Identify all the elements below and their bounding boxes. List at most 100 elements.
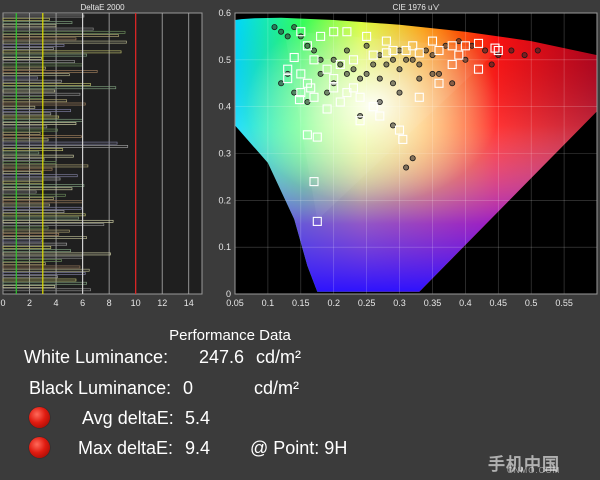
cie-measured-point xyxy=(284,70,291,77)
cie-measured-point xyxy=(311,47,318,54)
white-luminance-unit: cd/m² xyxy=(256,347,301,367)
cie-measured-point xyxy=(416,75,423,82)
cie-x-tick-label: 0.05 xyxy=(226,298,244,308)
cie-x-tick-label: 0.15 xyxy=(292,298,310,308)
max-deltae-value: 9.4 xyxy=(185,438,211,458)
cie-measured-point xyxy=(482,47,489,54)
cie-x-tick-label: 0.2 xyxy=(327,298,340,308)
cie-measured-point xyxy=(389,56,396,63)
deltae-chart-panel: DeltaE 2000 0 2 4 6 8 10 12 14 xyxy=(0,0,205,312)
deltae-tick-label: 8 xyxy=(107,298,112,308)
cie-measured-point xyxy=(350,66,357,73)
avg-deltae-value: 5.4 xyxy=(185,408,211,428)
cie-measured-point xyxy=(271,24,278,31)
cie-measured-point xyxy=(508,47,515,54)
cie-measured-point xyxy=(409,56,416,63)
cie-measured-point xyxy=(455,38,462,45)
avg-deltae-label: Avg deltaE: xyxy=(82,408,174,428)
cie-measured-point xyxy=(304,99,311,106)
cie-x-tick-label: 0.35 xyxy=(424,298,442,308)
deltae-tick-label: 6 xyxy=(80,298,85,308)
cie-measured-point xyxy=(521,52,528,59)
cie-measured-point xyxy=(422,47,429,54)
cie-measured-point xyxy=(468,42,475,49)
cie-y-tick-label: 0.2 xyxy=(218,195,231,205)
cie-measured-point xyxy=(357,113,364,120)
cie-measured-point xyxy=(403,164,410,171)
cie-measured-point xyxy=(442,42,449,49)
cie-measured-point xyxy=(291,24,298,31)
cie-measured-point xyxy=(376,99,383,106)
cie-measured-point xyxy=(488,61,495,68)
cie-measured-point xyxy=(330,56,337,63)
deltae-tick-label: 14 xyxy=(184,298,194,308)
cie-chart-title: CIE 1976 u'v' xyxy=(392,3,440,12)
white-luminance-row: White Luminance: 247.6 cd/m² xyxy=(24,347,301,368)
cie-measured-point xyxy=(449,80,456,87)
cie-measured-point xyxy=(495,52,502,59)
cie-measured-point xyxy=(330,80,337,87)
cie-measured-point xyxy=(435,70,442,77)
deltae-chart-title: DeltaE 2000 xyxy=(80,3,125,12)
cie-measured-point xyxy=(396,66,403,73)
black-luminance-row: Black Luminance: 0 cd/m² xyxy=(29,378,299,399)
cie-measured-point xyxy=(389,80,396,87)
cie-measured-point xyxy=(357,75,364,82)
cie-measured-point xyxy=(343,70,350,77)
cie-measured-point xyxy=(370,61,377,68)
cie-y-tick-label: 0.6 xyxy=(218,8,231,18)
cie-measured-point xyxy=(376,75,383,82)
cie-measured-point xyxy=(416,61,423,68)
cie-measured-point xyxy=(291,89,298,96)
max-deltae-label: Max deltaE: xyxy=(78,438,174,458)
cie-x-tick-label: 0.4 xyxy=(459,298,472,308)
cie-measured-point xyxy=(409,155,416,162)
cie-x-tick-label: 0.1 xyxy=(262,298,275,308)
cie-measured-point xyxy=(429,52,436,59)
cie-measured-point xyxy=(304,42,311,49)
cie-chart-panel: CIE 1976 u'v' 0.05 0.1 0.15 0.2 0.25 0.3 0.35 0.… xyxy=(205,0,600,312)
cie-measured-point xyxy=(396,47,403,54)
cie-y-tick-label: 0.3 xyxy=(218,149,231,159)
max-deltae-row: Max deltaE: 9.4 @ Point: 9H xyxy=(78,438,347,459)
max-deltae-indicator xyxy=(29,437,50,458)
cie-measured-point xyxy=(284,33,291,40)
white-luminance-label: White Luminance: xyxy=(24,347,169,367)
deltae-tick-label: 2 xyxy=(27,298,32,308)
cie-measured-point xyxy=(403,56,410,63)
deltae-tick-label: 12 xyxy=(157,298,167,308)
deltae-bar-chart: DeltaE 2000 0 2 4 6 8 10 12 14 xyxy=(0,3,203,308)
cie-measured-point xyxy=(278,80,285,87)
cie-measured-point xyxy=(278,28,285,35)
max-deltae-point: @ Point: 9H xyxy=(250,438,348,458)
cie-measured-point xyxy=(389,122,396,129)
avg-deltae-row: Avg deltaE: 5.4 xyxy=(82,408,210,429)
black-luminance-value: 0 xyxy=(183,378,194,398)
cie-measured-point xyxy=(317,56,324,63)
cie-measured-point xyxy=(363,70,370,77)
deltae-tick-label: 10 xyxy=(131,298,141,308)
cie-measured-point xyxy=(429,70,436,77)
black-luminance-label: Black Luminance: xyxy=(29,378,172,398)
cie-measured-point xyxy=(376,52,383,59)
performance-title: Performance Data xyxy=(169,327,291,344)
watermark-url: CNMO.COM xyxy=(507,466,561,475)
cie-measured-point xyxy=(383,61,390,68)
cie-measured-point xyxy=(343,47,350,54)
cie-y-tick-label: 0.5 xyxy=(218,55,231,65)
cie-scatter-chart: CIE 1976 u'v' 0.05 0.1 0.15 0.2 0.25 0.3 0.35 0.… xyxy=(218,3,598,308)
cie-y-tick-label: 0 xyxy=(226,289,231,299)
black-luminance-unit: cd/m² xyxy=(254,378,299,398)
cie-x-tick-label: 0.55 xyxy=(555,298,573,308)
cie-x-tick-label: 0.25 xyxy=(358,298,376,308)
cie-measured-point xyxy=(297,33,304,40)
cie-measured-point xyxy=(462,56,469,63)
deltae-tick-label: 4 xyxy=(54,298,59,308)
deltae-tick-label: 0 xyxy=(0,298,5,308)
cie-y-tick-label: 0.4 xyxy=(218,102,231,112)
cie-measured-point xyxy=(324,89,331,96)
white-luminance-value: 247.6 xyxy=(199,347,245,367)
cie-x-tick-label: 0.45 xyxy=(490,298,508,308)
cie-measured-point xyxy=(396,89,403,96)
cie-measured-point xyxy=(337,61,344,68)
